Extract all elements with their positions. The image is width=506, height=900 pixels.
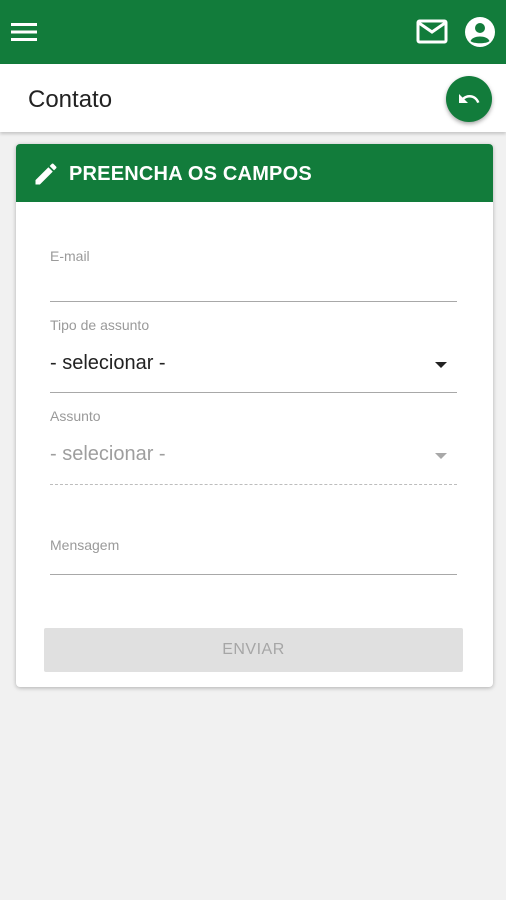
page-title: Contato bbox=[28, 86, 113, 113]
assunto-underline bbox=[50, 484, 457, 485]
email-field[interactable]: E-mail bbox=[50, 248, 457, 304]
send-button[interactable]: ENVIAR bbox=[44, 628, 463, 672]
email-label: E-mail bbox=[50, 248, 90, 264]
tipo-assunto-select[interactable]: Tipo de assunto - selecionar - bbox=[50, 317, 457, 395]
mensagem-field[interactable]: Mensagem bbox=[50, 537, 457, 577]
page-header: Contato bbox=[0, 64, 506, 132]
mensagem-label: Mensagem bbox=[50, 537, 120, 553]
assunto-value: - selecionar - bbox=[50, 443, 166, 465]
card-title: PREENCHA OS CAMPOS bbox=[69, 163, 312, 185]
undo-icon bbox=[459, 94, 480, 103]
assunto-label: Assunto bbox=[50, 408, 101, 424]
card-header: PREENCHA OS CAMPOS bbox=[16, 144, 493, 202]
chevron-down-icon bbox=[435, 453, 447, 459]
tipo-assunto-underline bbox=[50, 392, 457, 393]
tipo-assunto-value: - selecionar - bbox=[50, 352, 166, 374]
back-button[interactable] bbox=[446, 76, 492, 122]
app-bar bbox=[0, 0, 506, 64]
account-circle-icon[interactable] bbox=[463, 15, 497, 49]
contact-form-card: PREENCHA OS CAMPOS E-mail Tipo de assunt… bbox=[16, 144, 493, 687]
mensagem-underline bbox=[50, 574, 457, 575]
email-underline bbox=[50, 301, 457, 302]
chevron-down-icon bbox=[435, 362, 447, 368]
menu-icon[interactable] bbox=[10, 20, 38, 44]
pencil-icon bbox=[35, 163, 57, 185]
mail-icon[interactable] bbox=[415, 17, 449, 47]
tipo-assunto-label: Tipo de assunto bbox=[50, 317, 150, 333]
assunto-select[interactable]: Assunto - selecionar - bbox=[50, 408, 457, 486]
